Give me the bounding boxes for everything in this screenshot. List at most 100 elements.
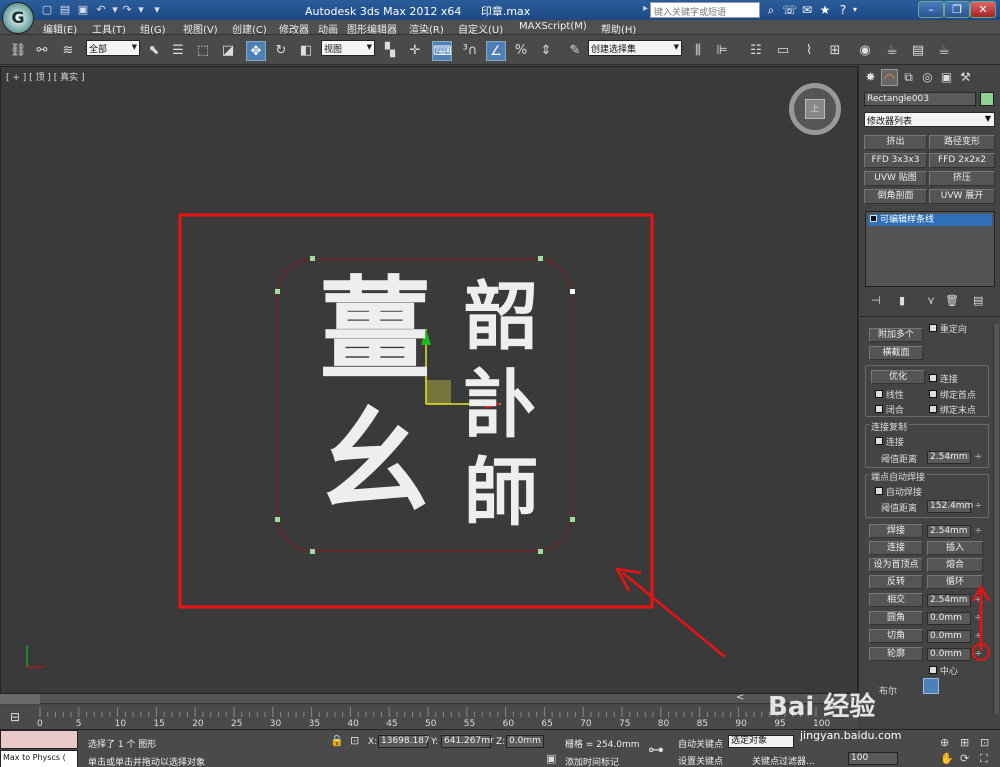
select-and-rotate-icon[interactable]: ↻ xyxy=(271,41,291,61)
vertex[interactable] xyxy=(538,256,543,261)
menu-views[interactable]: 视图(V) xyxy=(183,21,218,36)
time-tag-icon[interactable]: ▣ xyxy=(546,752,556,765)
material-editor-icon[interactable]: ◉ xyxy=(855,41,875,61)
select-by-name-icon[interactable]: ☰ xyxy=(168,41,188,61)
communication-center-icon[interactable]: ✉ xyxy=(800,3,814,17)
checkbox[interactable] xyxy=(929,405,937,413)
collapse-icon[interactable] xyxy=(870,215,877,222)
render-production-icon[interactable]: ☕ xyxy=(934,41,954,61)
menu-animation[interactable]: 动画 xyxy=(318,21,338,36)
undo-icon[interactable]: ↶ xyxy=(94,3,108,17)
close-button[interactable]: ✕ xyxy=(970,1,996,18)
pivot-center-icon[interactable]: ▚ xyxy=(380,41,400,61)
insert-button[interactable]: 插入 xyxy=(927,541,983,555)
snaps-toggle-icon[interactable]: ³∩ xyxy=(460,41,480,61)
unlink-icon[interactable]: ⚯ xyxy=(32,41,52,61)
squeeze-button[interactable]: 挤压 xyxy=(929,171,995,186)
mirror-icon[interactable]: ⫼ xyxy=(688,41,708,61)
vertex[interactable] xyxy=(538,549,543,554)
checkbox[interactable] xyxy=(929,666,937,674)
redo-icon[interactable]: ↷ xyxy=(120,3,134,17)
named-selection-dropdown[interactable]: 创建选择集 xyxy=(588,40,682,56)
save-file-icon[interactable]: ▣ xyxy=(76,3,90,17)
checkbox[interactable] xyxy=(875,437,883,445)
auto-weld-checkbox[interactable]: 自动焊接 xyxy=(875,485,922,498)
chamfer-spinner[interactable]: 0.0mm xyxy=(927,630,982,643)
y-coordinate-field[interactable]: 641.267mr xyxy=(441,735,494,748)
menu-rendering[interactable]: 渲染(R) xyxy=(409,21,444,36)
graphite-ribbon-icon[interactable]: ▭ xyxy=(773,41,793,61)
connect-copy-checkbox[interactable]: 连接 xyxy=(875,435,904,448)
spinner-snap-icon[interactable]: ⇕ xyxy=(536,41,556,61)
key-set-dropdown[interactable]: 选定对象 xyxy=(728,735,794,748)
schematic-view-icon[interactable]: ⊞ xyxy=(825,41,845,61)
open-file-icon[interactable]: ▤ xyxy=(58,3,72,17)
subscription-center-icon[interactable]: ☏ xyxy=(782,3,797,17)
stack-item-editable-spline[interactable]: 可编辑样条线 xyxy=(868,214,992,226)
menu-tools[interactable]: 工具(T) xyxy=(92,21,126,36)
menu-group[interactable]: 组(G) xyxy=(140,21,166,36)
checkbox[interactable] xyxy=(875,487,883,495)
select-and-manipulate-icon[interactable]: ✛ xyxy=(405,41,425,61)
uvw-map-button[interactable]: UVW 贴图 xyxy=(864,171,927,186)
layer-manager-icon[interactable]: ☷ xyxy=(746,41,766,61)
curve-editor-toggle-icon[interactable]: ⊟ xyxy=(10,710,20,724)
object-color-swatch[interactable] xyxy=(980,92,994,106)
chamfer-button[interactable]: 切角 xyxy=(869,629,923,643)
reverse-button[interactable]: 反转 xyxy=(869,575,923,589)
show-end-result-icon[interactable]: ▮ xyxy=(899,294,905,307)
checkbox[interactable] xyxy=(875,405,883,413)
hierarchy-tab-icon[interactable]: ⧉ xyxy=(900,69,917,86)
display-tab-icon[interactable]: ▣ xyxy=(938,69,955,86)
menu-help[interactable]: 帮助(H) xyxy=(601,21,636,36)
z-coordinate-field[interactable]: 0.0mm xyxy=(506,735,544,748)
cross-insert-spinner[interactable]: 2.54mm xyxy=(927,594,982,607)
maximize-viewport-icon[interactable]: ⛶ xyxy=(980,752,988,766)
angle-snap-icon[interactable]: ∠ xyxy=(486,41,506,61)
checkbox[interactable] xyxy=(929,374,937,382)
select-and-scale-icon[interactable]: ◧ xyxy=(296,41,316,61)
vertex[interactable] xyxy=(275,289,280,294)
make-first-button[interactable]: 设为首顶点 xyxy=(869,558,923,572)
menu-modifiers[interactable]: 修改器 xyxy=(279,21,309,36)
vertex[interactable] xyxy=(275,517,280,522)
connect-checkbox[interactable]: 连接 xyxy=(929,372,958,385)
utilities-tab-icon[interactable]: ⚒ xyxy=(957,69,974,86)
prev-frame-icon[interactable]: < xyxy=(736,692,744,703)
motion-tab-icon[interactable]: ◎ xyxy=(919,69,936,86)
checkbox[interactable] xyxy=(875,390,883,398)
edit-named-selection-icon[interactable]: ✎ xyxy=(565,41,585,61)
fillet-spinner[interactable]: 0.0mm xyxy=(927,612,982,625)
bind-last-checkbox[interactable]: 绑定末点 xyxy=(929,403,976,416)
modifier-stack[interactable]: 可编辑样条线 xyxy=(865,211,995,287)
mini-curve-editor-toggle[interactable]: ⊟ xyxy=(0,705,35,729)
keyboard-shortcut-override-icon[interactable]: ⌨ xyxy=(432,41,452,61)
pan-icon[interactable]: ✋ xyxy=(940,752,954,765)
closed-checkbox[interactable]: 闭合 xyxy=(875,403,904,416)
rectangle-selection-icon[interactable]: ⬚ xyxy=(193,41,213,61)
extrude-button[interactable]: 挤出 xyxy=(864,135,927,150)
window-crossing-icon[interactable]: ◪ xyxy=(218,41,238,61)
time-slider[interactable]: < xyxy=(0,692,858,704)
zoom-extents-icon[interactable]: ⊞ xyxy=(960,736,969,749)
modifier-list-dropdown[interactable]: 修改器列表 ▼ xyxy=(864,112,995,127)
set-key-button[interactable]: 设置关键点 xyxy=(678,754,723,767)
boolean-union-icon[interactable] xyxy=(923,678,939,694)
current-frame-field[interactable]: 100 xyxy=(848,752,898,765)
minimize-button[interactable]: – xyxy=(918,1,944,18)
vertex[interactable] xyxy=(570,289,575,294)
render-setup-icon[interactable]: ☕ xyxy=(882,41,902,61)
bind-space-warp-icon[interactable]: ≋ xyxy=(58,41,78,61)
pin-stack-icon[interactable]: ⊣ xyxy=(871,294,881,307)
vertex[interactable] xyxy=(310,549,315,554)
outline-spinner[interactable]: 0.0mm xyxy=(927,648,982,661)
lock-selection-icon[interactable]: 🔒 xyxy=(330,734,344,747)
refine-button[interactable]: 优化 xyxy=(871,370,925,384)
search-expand-icon[interactable]: ▸ xyxy=(643,3,648,14)
favorites-icon[interactable]: ★ xyxy=(818,3,832,17)
add-time-tag[interactable]: 添加时间标记 xyxy=(565,755,619,767)
cross-insert-button[interactable]: 相交 xyxy=(869,593,923,607)
auto-weld-threshold-spinner[interactable]: 152.4mm xyxy=(927,500,982,513)
zoom-all-icon[interactable]: ⊡ xyxy=(980,736,989,749)
absolute-mode-icon[interactable]: ⊡ xyxy=(350,734,359,747)
